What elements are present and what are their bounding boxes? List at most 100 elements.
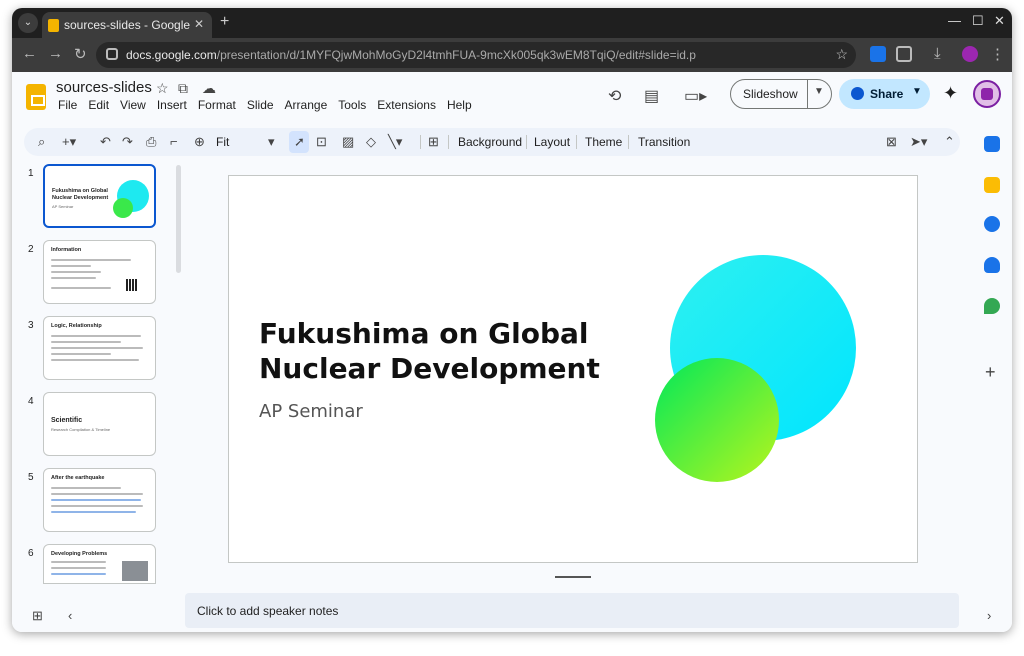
slide-thumbnail-2[interactable]: Information — [43, 240, 156, 304]
thumb-title: Fukushima on Global Nuclear Development — [52, 188, 109, 201]
redo-icon[interactable]: ↷ — [122, 134, 133, 150]
extension-icon[interactable] — [870, 46, 886, 62]
text-box-icon[interactable]: ⊡ — [316, 134, 327, 150]
slide-number: 5 — [28, 472, 34, 483]
calendar-icon[interactable] — [984, 136, 1000, 152]
menu-format[interactable]: Format — [198, 98, 236, 114]
zoom-select[interactable]: Fit — [216, 135, 229, 149]
menu-file[interactable]: File — [58, 98, 77, 114]
browser-tab[interactable]: sources-slides - Google S ✕ — [42, 12, 212, 38]
comments-icon[interactable]: ▤ — [644, 86, 659, 106]
thumb-text-line — [51, 573, 106, 575]
slide-thumbnail-3[interactable]: Logic, Relationship — [43, 316, 156, 380]
slide-subtitle[interactable]: AP Seminar — [259, 401, 363, 422]
slide-thumbnail-4[interactable]: Scientific Research Compilation & Timeli… — [43, 392, 156, 456]
collapse-filmstrip-icon[interactable]: ‹ — [68, 608, 72, 623]
meet-video-icon[interactable]: ▭▸ — [684, 86, 707, 106]
slides-logo-icon[interactable] — [26, 84, 46, 110]
download-icon[interactable]: ⤓ — [934, 45, 941, 62]
reload-icon[interactable]: ↻ — [74, 45, 87, 63]
forward-icon[interactable]: → — [48, 45, 63, 62]
speaker-notes[interactable]: Click to add speaker notes — [185, 593, 959, 628]
green-circle-shape[interactable] — [655, 358, 779, 482]
expand-side-panel-icon[interactable]: › — [987, 608, 991, 623]
paint-format-icon[interactable]: ⌐ — [170, 134, 178, 149]
menu-edit[interactable]: Edit — [88, 98, 109, 114]
chevron-down-icon[interactable]: ▼ — [814, 86, 824, 97]
zoom-icon[interactable]: ⊕ — [194, 134, 205, 150]
chevron-up-icon[interactable]: ⌃ — [944, 134, 955, 150]
slides-app: sources-slides ☆ ⧉ ☁ File Edit View Inse… — [12, 72, 1012, 632]
new-slide-icon[interactable]: +▾ — [62, 134, 76, 150]
version-history-icon[interactable]: ⟲ — [608, 86, 621, 106]
menu-view[interactable]: View — [120, 98, 146, 114]
tasks-icon[interactable] — [984, 216, 1000, 232]
menu-extensions[interactable]: Extensions — [377, 98, 436, 114]
globe-icon — [851, 87, 864, 100]
background-button[interactable]: Background — [458, 135, 522, 149]
site-info-icon[interactable] — [106, 48, 118, 60]
thumb-title: Logic, Relationship — [51, 323, 102, 329]
slide-number: 6 — [28, 548, 34, 559]
thumb-text-line — [51, 511, 136, 513]
select-cursor-icon[interactable]: ➚ — [294, 134, 305, 150]
notes-resize-handle[interactable] — [555, 576, 591, 578]
thumb-title: Information — [51, 247, 82, 253]
slide-title[interactable]: Fukushima on Global Nuclear Development — [259, 316, 600, 386]
star-icon[interactable]: ☆ — [156, 80, 169, 97]
menu-bar: File Edit View Insert Format Slide Arran… — [58, 98, 483, 114]
more-menu-icon[interactable]: ⋮ — [990, 45, 1005, 63]
thumb-image — [122, 561, 148, 581]
close-icon[interactable]: ✕ — [994, 13, 1005, 29]
add-comment-icon[interactable]: ⊞ — [428, 134, 439, 150]
menu-tools[interactable]: Tools — [338, 98, 366, 114]
undo-icon[interactable]: ↶ — [100, 134, 111, 150]
maps-icon[interactable] — [984, 298, 1000, 314]
slide-thumbnail-1[interactable]: Fukushima on Global Nuclear Development … — [43, 164, 156, 228]
avatar[interactable] — [973, 80, 1001, 108]
profile-icon[interactable] — [962, 46, 978, 62]
back-icon[interactable]: ← — [22, 45, 37, 62]
insert-image-icon[interactable]: ⊠ — [886, 134, 897, 150]
theme-button[interactable]: Theme — [585, 135, 622, 149]
thumb-text-line — [51, 287, 111, 289]
minimize-icon[interactable]: — — [948, 13, 961, 28]
chevron-down-icon[interactable]: ▾ — [268, 134, 275, 150]
thumb-text-line — [51, 567, 106, 569]
shape-icon[interactable]: ◇ — [366, 134, 376, 150]
menu-help[interactable]: Help — [447, 98, 472, 114]
thumb-text-line — [51, 347, 143, 349]
menu-slide[interactable]: Slide — [247, 98, 274, 114]
line-icon[interactable]: ╲▾ — [388, 134, 402, 150]
bookmark-star-icon[interactable]: ☆ — [835, 46, 848, 63]
menu-arrange[interactable]: Arrange — [285, 98, 328, 114]
tab-menu-icon[interactable]: ⌄ — [18, 13, 38, 33]
pointer-mode-icon[interactable]: ➤▾ — [910, 134, 927, 150]
new-tab-button[interactable]: + — [220, 14, 229, 30]
contacts-icon[interactable] — [984, 257, 1000, 273]
print-icon[interactable]: ⎙ — [146, 134, 156, 150]
add-addon-icon[interactable]: + — [985, 362, 996, 383]
keep-icon[interactable] — [984, 177, 1000, 193]
transition-button[interactable]: Transition — [638, 135, 690, 149]
slideshow-button[interactable]: Slideshow ▼ — [730, 79, 832, 109]
slide-thumbnail-6[interactable]: Developing Problems — [43, 544, 156, 584]
gemini-sparkle-icon[interactable]: ✦ — [943, 83, 958, 104]
puzzle-icon[interactable] — [896, 46, 912, 62]
image-icon[interactable]: ▨ — [342, 134, 354, 150]
slide-canvas[interactable]: Fukushima on Global Nuclear Development … — [228, 175, 918, 563]
tab-close-icon[interactable]: ✕ — [194, 17, 204, 31]
chevron-down-icon[interactable]: ▼ — [912, 86, 922, 97]
slide-thumbnail-5[interactable]: After the earthquake — [43, 468, 156, 532]
share-button[interactable]: Share ▼ — [839, 79, 930, 109]
document-title[interactable]: sources-slides — [56, 79, 152, 96]
grid-view-icon[interactable]: ⊞ — [32, 608, 43, 624]
menu-insert[interactable]: Insert — [157, 98, 187, 114]
maximize-icon[interactable]: ☐ — [972, 13, 984, 29]
address-bar[interactable]: docs.google.com/presentation/d/1MYFQjwMo… — [96, 42, 856, 68]
filmstrip-scrollbar[interactable] — [176, 165, 181, 273]
move-folder-icon[interactable]: ⧉ — [178, 80, 188, 97]
search-menus-icon[interactable]: ⌕ — [38, 134, 45, 150]
thumb-text-line — [51, 487, 121, 489]
layout-button[interactable]: Layout — [534, 135, 570, 149]
